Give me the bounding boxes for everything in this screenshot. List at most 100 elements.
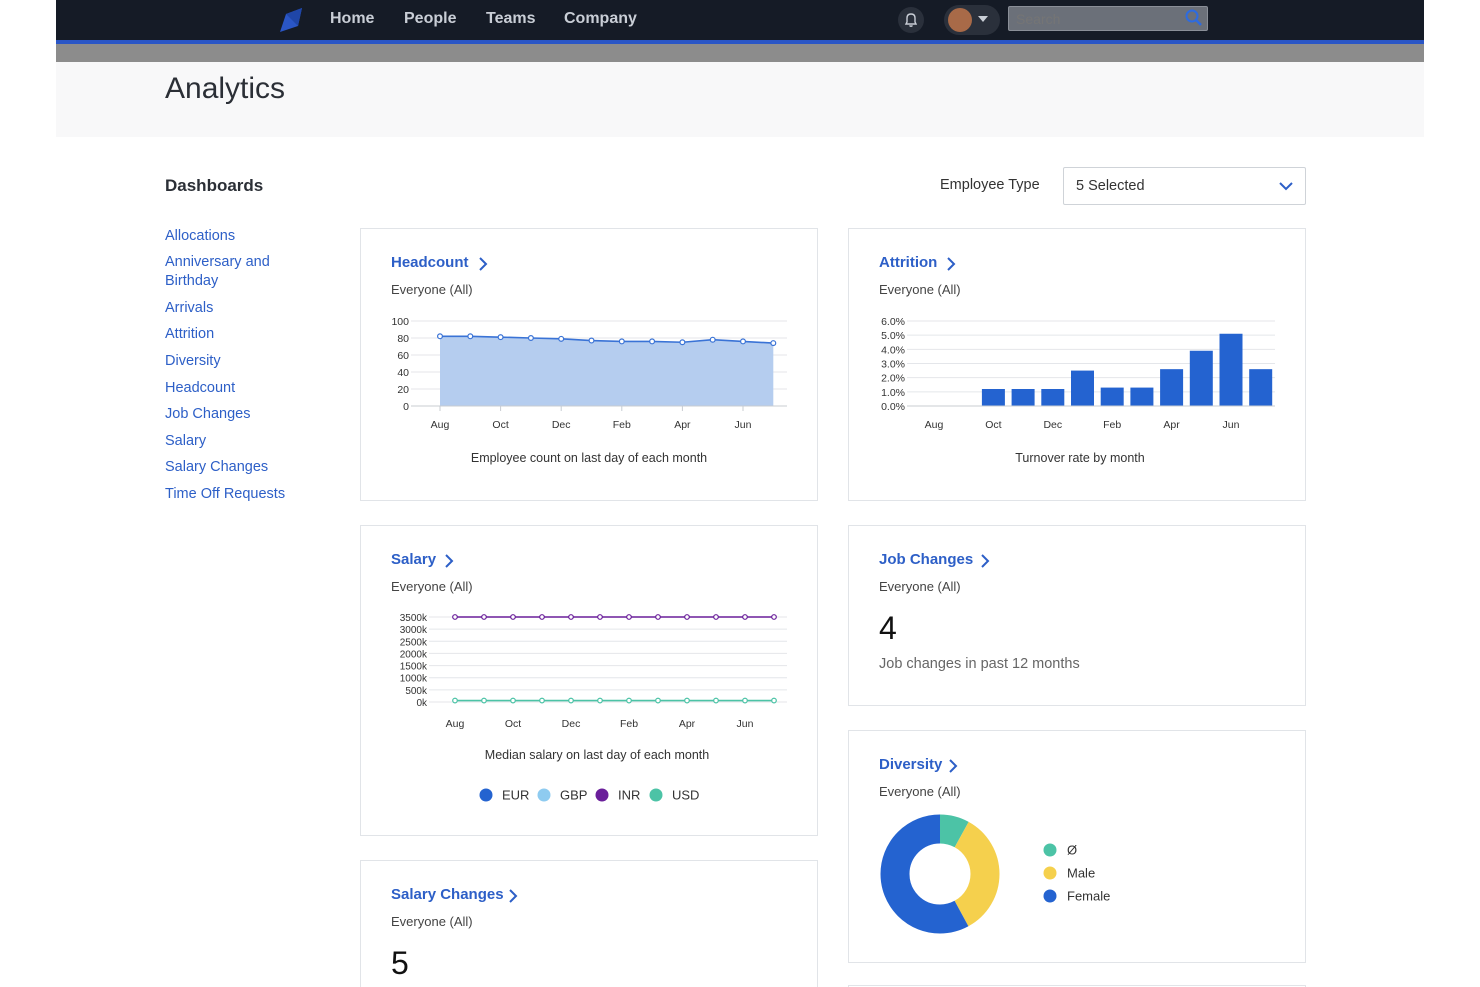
sidebar-item-salary[interactable]: Salary bbox=[165, 432, 295, 451]
salary-changes-title[interactable]: Salary Changes bbox=[391, 886, 504, 903]
legend-label: Male bbox=[1067, 866, 1095, 881]
salary-point bbox=[568, 614, 574, 620]
attrition-bar bbox=[1100, 387, 1124, 406]
headcount-point bbox=[679, 339, 686, 346]
job-changes-title[interactable]: Job Changes bbox=[879, 551, 973, 568]
x-tick-label: Aug bbox=[431, 419, 450, 431]
user-menu[interactable] bbox=[944, 5, 1000, 35]
attrition-card: Attrition Everyone (All) 0.0% 1.0% 2.0% 3.0… bbox=[848, 228, 1306, 501]
y-tick-label: 4.0% bbox=[881, 344, 905, 356]
job-changes-subtitle: Everyone (All) bbox=[879, 579, 961, 594]
x-tick-label: Apr bbox=[1163, 419, 1180, 431]
salary-point bbox=[568, 697, 574, 704]
notifications-button[interactable] bbox=[898, 7, 924, 33]
chevron-right-icon[interactable] bbox=[979, 553, 991, 569]
salary-card: Salary Everyone (All) 0k 500k 1000k 1500k 20… bbox=[360, 525, 818, 836]
sidebar-title: Dashboards bbox=[165, 176, 264, 195]
x-tick-label: Dec bbox=[552, 419, 571, 431]
y-tick-label: 1000k bbox=[400, 674, 428, 685]
salary-point bbox=[481, 697, 487, 704]
headcount-area bbox=[440, 336, 774, 406]
y-tick-label: 3000k bbox=[400, 625, 428, 636]
headcount-point bbox=[558, 335, 565, 342]
y-tick-label: 2000k bbox=[400, 649, 428, 660]
y-tick-label: 1.0% bbox=[881, 387, 905, 399]
attrition-bar bbox=[981, 389, 1005, 406]
salary-point bbox=[713, 697, 719, 704]
top-navbar: Home People Teams Company bbox=[56, 0, 1424, 40]
attrition-bar bbox=[1130, 387, 1154, 406]
y-tick-label: 0k bbox=[416, 698, 428, 709]
bell-icon bbox=[904, 13, 918, 27]
x-tick-label: Aug bbox=[446, 718, 465, 730]
headcount-chart: 0 20 40 60 80 100 Aug Oct Dec Feb Apr Jun Employee c… bbox=[391, 316, 787, 465]
employee-type-select[interactable]: 5 Selected bbox=[1063, 167, 1306, 205]
y-tick-label: 2500k bbox=[400, 637, 428, 648]
salary-point bbox=[510, 697, 516, 704]
nav-people[interactable]: People bbox=[404, 10, 456, 28]
search-icon[interactable] bbox=[1184, 8, 1204, 28]
headcount-point bbox=[467, 333, 474, 340]
y-tick-label: 100 bbox=[391, 316, 409, 328]
headcount-point bbox=[527, 334, 534, 341]
sidebar-item-headcount[interactable]: Headcount bbox=[165, 379, 295, 398]
legend-dot-usd bbox=[649, 788, 663, 802]
salary-point bbox=[655, 697, 661, 704]
y-tick-label: 1500k bbox=[400, 662, 428, 673]
salary-point bbox=[684, 614, 690, 620]
salary-point bbox=[742, 697, 748, 704]
headcount-point bbox=[709, 336, 716, 343]
salary-point bbox=[481, 614, 487, 620]
sidebar-item-allocations[interactable]: Allocations bbox=[165, 227, 295, 246]
nav-teams[interactable]: Teams bbox=[486, 10, 536, 28]
x-tick-label: Apr bbox=[674, 419, 691, 431]
y-tick-label: 0.0% bbox=[881, 401, 905, 413]
legend-dot-inr bbox=[595, 788, 609, 802]
job-changes-card: Job Changes Everyone (All) 4 Job changes… bbox=[848, 525, 1306, 706]
salary-point bbox=[771, 697, 777, 704]
legend-label: Female bbox=[1067, 889, 1110, 904]
salary-changes-value: 5 bbox=[391, 945, 409, 981]
salary-changes-subtitle: Everyone (All) bbox=[391, 914, 473, 929]
sidebar-item-salary-changes[interactable]: Salary Changes bbox=[165, 458, 295, 477]
x-tick-label: Jun bbox=[735, 419, 752, 431]
nav-company[interactable]: Company bbox=[564, 10, 637, 28]
avatar bbox=[948, 8, 972, 32]
chevron-right-icon[interactable] bbox=[507, 888, 519, 904]
sidebar-item-arrivals[interactable]: Arrivals bbox=[165, 299, 295, 318]
y-tick-label: 3.0% bbox=[881, 359, 905, 371]
salary-point bbox=[626, 614, 632, 620]
sidebar-item-diversity[interactable]: Diversity bbox=[165, 352, 295, 371]
legend-label-usd: USD bbox=[672, 788, 699, 803]
salary-point bbox=[539, 614, 545, 620]
attrition-bar bbox=[1041, 389, 1065, 406]
sidebar-item-attrition[interactable]: Attrition bbox=[165, 325, 295, 344]
x-tick-label: Jun bbox=[1223, 419, 1240, 431]
attrition-bar bbox=[1189, 350, 1213, 406]
salary-point bbox=[597, 614, 603, 620]
y-tick-label: 5.0% bbox=[881, 330, 905, 342]
logo-icon[interactable] bbox=[276, 6, 306, 34]
search-input[interactable] bbox=[1008, 6, 1208, 31]
y-tick-label: 60 bbox=[397, 350, 409, 362]
diversity-chart: Ø Male Female bbox=[880, 814, 1110, 934]
y-tick-label: 500k bbox=[405, 686, 428, 697]
sidebar-item-job-changes[interactable]: Job Changes bbox=[165, 405, 295, 424]
nav-home[interactable]: Home bbox=[330, 10, 374, 28]
y-tick-label: 3500k bbox=[400, 613, 428, 624]
headcount-point bbox=[649, 338, 656, 345]
sidebar-item-time-off-requests[interactable]: Time Off Requests bbox=[165, 485, 295, 504]
headcount-point bbox=[740, 338, 747, 345]
y-tick-label: 40 bbox=[397, 367, 409, 379]
legend-label-eur: EUR bbox=[502, 788, 529, 803]
x-tick-label: Apr bbox=[679, 718, 696, 730]
sidebar-item-anniversary-birthday[interactable]: Anniversary and Birthday bbox=[165, 253, 295, 291]
attrition-chart: 0.0% 1.0% 2.0% 3.0% 4.0% 5.0% 6.0% Aug Oct Dec Feb… bbox=[881, 316, 1275, 465]
app-window: Home People Teams Company Analytics Dash… bbox=[56, 0, 1424, 987]
salary-point bbox=[771, 614, 777, 620]
y-tick-label: 80 bbox=[397, 333, 409, 345]
attrition-bar bbox=[1160, 369, 1184, 406]
nav-sub-bar bbox=[56, 44, 1424, 62]
legend-label-inr: INR bbox=[618, 788, 640, 803]
chevron-down-icon bbox=[978, 16, 988, 22]
